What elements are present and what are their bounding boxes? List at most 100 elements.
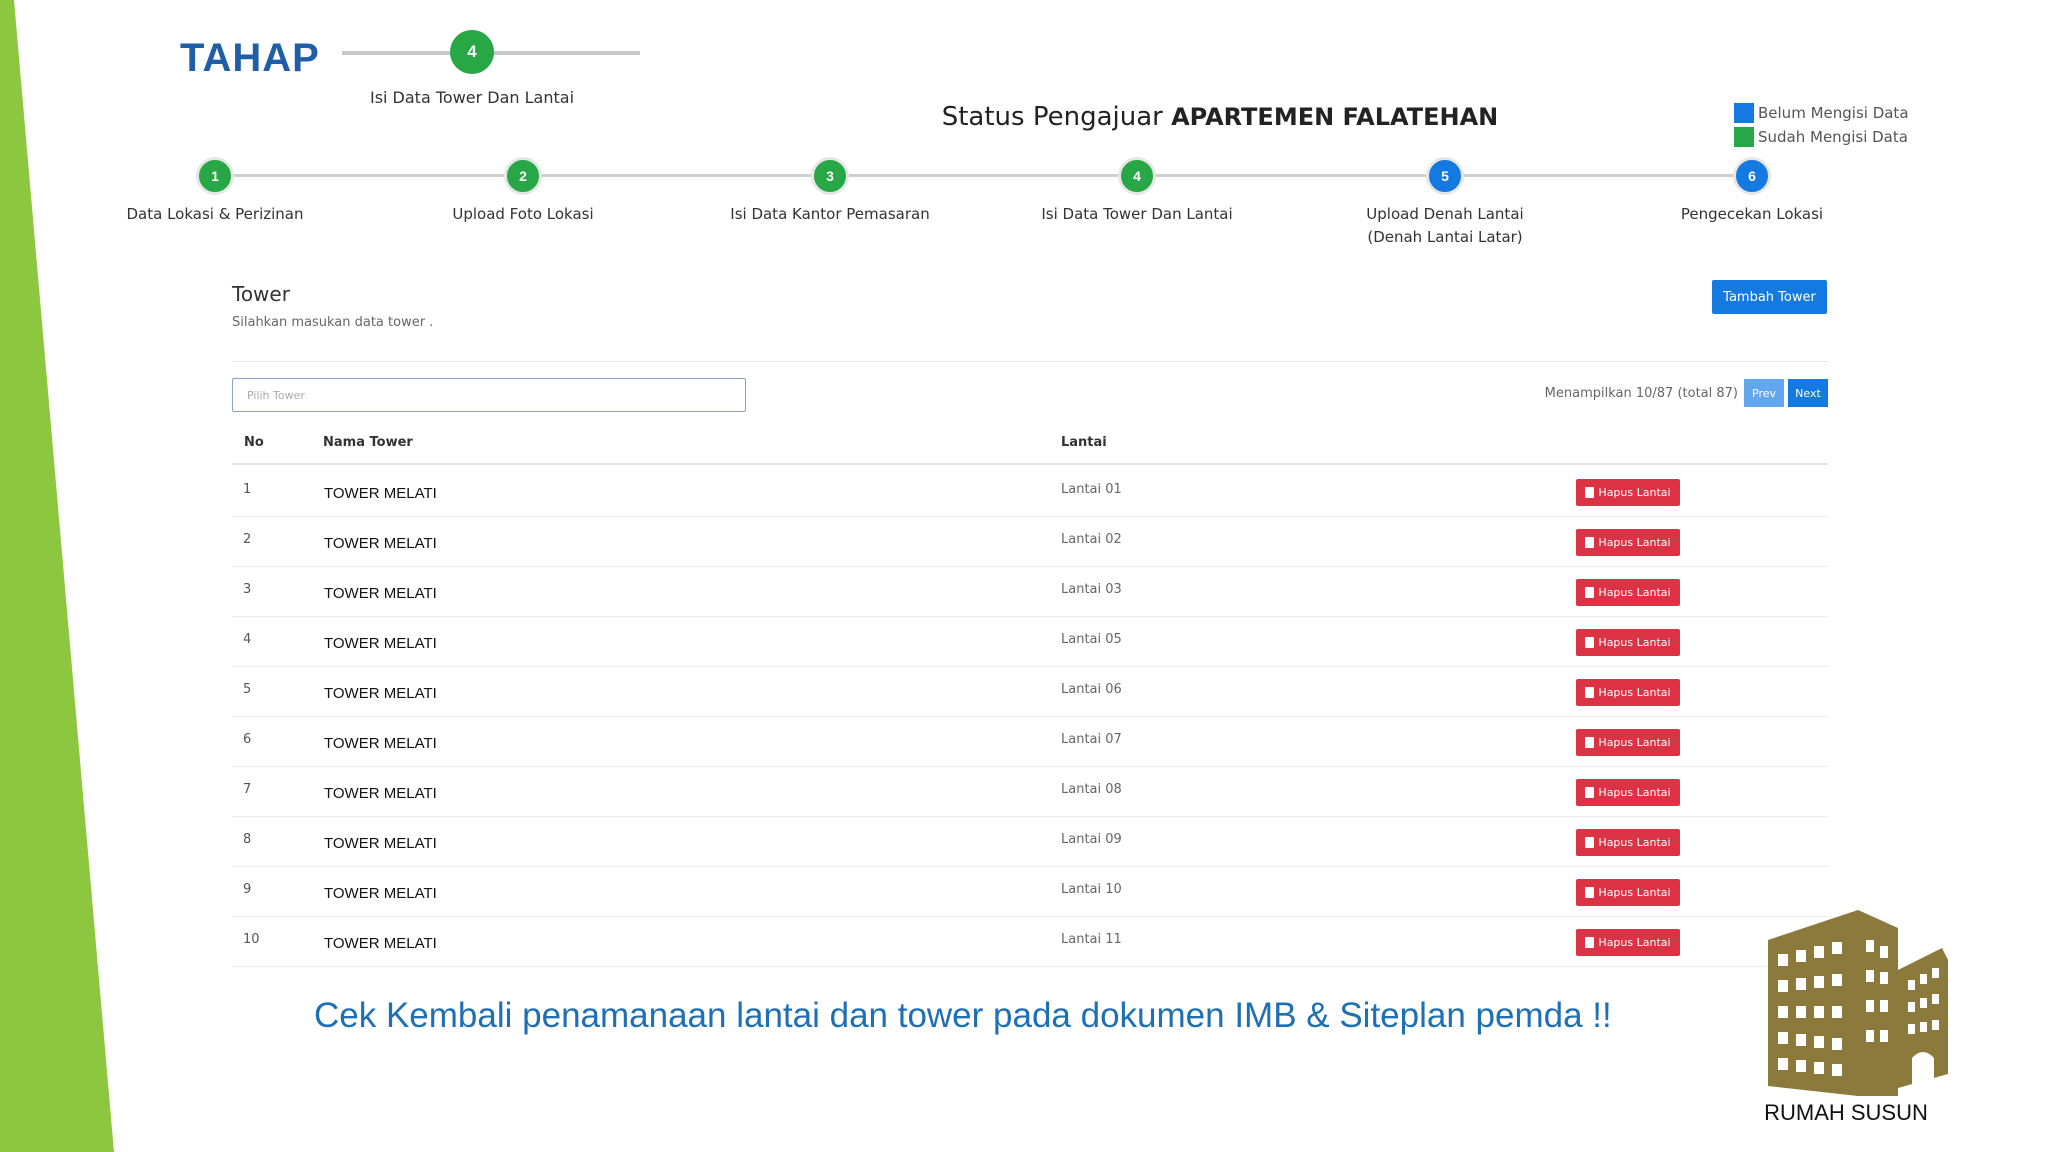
trash-icon [1585,487,1595,498]
step-label: Pengecekan Lokasi [1680,205,1824,223]
step-label: Upload Denah Lantai (Denah Lantai Latar) [1366,205,1524,246]
panel-subtitle: Silahkan masukan data tower . [232,315,434,330]
delete-floor-label: Hapus Lantai [1598,686,1671,699]
legend-swatch-green [1734,127,1754,147]
step-3[interactable]: 3 Isi Data Kantor Pemasaran [710,157,950,226]
row-number: 2 [243,532,252,547]
floor-name: Lantai 05 [1061,632,1122,647]
trash-icon [1585,737,1595,748]
trash-icon [1585,837,1595,848]
tower-name: TOWER MELATI [324,735,437,752]
step-1[interactable]: 1 Data Lokasi & Perizinan [95,157,335,226]
row-number: 4 [243,632,252,647]
step-6[interactable]: 6 Pengecekan Lokasi [1632,157,1872,226]
table-row: 8 TOWER MELATI Lantai 09 Hapus Lantai [232,817,1828,867]
trash-icon [1585,687,1595,698]
tower-name: TOWER MELATI [324,935,437,952]
delete-floor-button[interactable]: Hapus Lantai [1576,779,1680,806]
apartment-building-icon [1768,910,1948,1096]
row-number: 5 [243,682,252,697]
panel-title: Tower [232,282,290,306]
row-number: 10 [243,932,260,947]
trash-icon [1585,937,1595,948]
status-prefix: Status Pengajuar [941,102,1163,132]
delete-floor-button[interactable]: Hapus Lantai [1576,579,1680,606]
logo-caption: RUMAH SUSUN [1764,1100,1928,1125]
delete-floor-button[interactable]: Hapus Lantai [1576,479,1680,506]
tower-name: TOWER MELATI [324,535,437,552]
floor-name: Lantai 08 [1061,782,1122,797]
step-2[interactable]: 2 Upload Foto Lokasi [403,157,643,226]
legend-swatch-blue [1734,103,1754,123]
tower-name: TOWER MELATI [324,585,437,602]
floor-name: Lantai 02 [1061,532,1122,547]
pagination: Menampilkan 10/87 (total 87) Prev Next [1480,378,1828,408]
row-number: 8 [243,832,252,847]
trash-icon [1585,887,1595,898]
delete-floor-label: Hapus Lantai [1598,936,1671,949]
status-heading: Status Pengajuar APARTEMEN FALATEHAN [700,102,1740,132]
table-row: 6 TOWER MELATI Lantai 07 Hapus Lantai [232,717,1828,767]
table-row: 1 TOWER MELATI Lantai 01 Hapus Lantai [232,467,1828,517]
delete-floor-button[interactable]: Hapus Lantai [1576,529,1680,556]
tower-name: TOWER MELATI [324,835,437,852]
floor-name: Lantai 06 [1061,682,1122,697]
prev-page-button[interactable]: Prev [1744,379,1784,407]
next-page-button[interactable]: Next [1788,379,1828,407]
delete-floor-label: Hapus Lantai [1598,786,1671,799]
table-row: 9 TOWER MELATI Lantai 10 Hapus Lantai [232,867,1828,917]
floor-name: Lantai 09 [1061,832,1122,847]
panel-divider [232,361,1828,362]
tower-name: TOWER MELATI [324,885,437,902]
trash-icon [1585,637,1595,648]
pagination-info: Menampilkan 10/87 (total 87) [1544,385,1738,401]
delete-floor-label: Hapus Lantai [1598,586,1671,599]
delete-floor-button[interactable]: Hapus Lantai [1576,879,1680,906]
tower-filter-input[interactable] [232,378,746,412]
row-number: 9 [243,882,252,897]
floor-name: Lantai 01 [1061,482,1122,497]
delete-floor-button[interactable]: Hapus Lantai [1576,679,1680,706]
project-name: APARTEMEN FALATEHAN [1171,103,1499,131]
legend-item-pending: Belum Mengisi Data [1734,101,1909,125]
review-notice: Cek Kembali penamanaan lantai dan tower … [314,996,1612,1035]
tower-name: TOWER MELATI [324,635,437,652]
step-number-badge: 3 [811,157,849,195]
floor-name: Lantai 11 [1061,932,1122,947]
stage-label: Isi Data Tower Dan Lantai [369,88,575,107]
status-legend: Belum Mengisi Data Sudah Mengisi Data [1734,101,1909,149]
add-tower-button[interactable]: Tambah Tower [1712,280,1827,314]
delete-floor-button[interactable]: Hapus Lantai [1576,929,1680,956]
table-row: 3 TOWER MELATI Lantai 03 Hapus Lantai [232,567,1828,617]
delete-floor-button[interactable]: Hapus Lantai [1576,829,1680,856]
column-header-name: Nama Tower [323,435,413,450]
delete-floor-label: Hapus Lantai [1598,736,1671,749]
step-label: Data Lokasi & Perizinan [126,205,304,223]
trash-icon [1585,787,1595,798]
row-number: 3 [243,582,252,597]
step-number-badge: 5 [1426,157,1464,195]
step-5[interactable]: 5 Upload Denah Lantai (Denah Lantai Lata… [1325,157,1565,249]
step-number-badge: 4 [1118,157,1156,195]
step-4[interactable]: 4 Isi Data Tower Dan Lantai [1017,157,1257,226]
delete-floor-button[interactable]: Hapus Lantai [1576,629,1680,656]
row-number: 1 [243,482,252,497]
step-label: Isi Data Tower Dan Lantai [1041,205,1233,223]
trash-icon [1585,587,1595,598]
delete-floor-label: Hapus Lantai [1598,536,1671,549]
legend-item-done: Sudah Mengisi Data [1734,125,1909,149]
table-row: 2 TOWER MELATI Lantai 02 Hapus Lantai [232,517,1828,567]
column-header-floor: Lantai [1061,435,1107,450]
stage-title: TAHAP [180,36,320,80]
step-number-badge: 1 [196,157,234,195]
floor-name: Lantai 07 [1061,732,1122,747]
delete-floor-button[interactable]: Hapus Lantai [1576,729,1680,756]
table-row: 4 TOWER MELATI Lantai 05 Hapus Lantai [232,617,1828,667]
tower-name: TOWER MELATI [324,685,437,702]
delete-floor-label: Hapus Lantai [1598,486,1671,499]
step-number-badge: 6 [1733,157,1771,195]
table-row: 10 TOWER MELATI Lantai 11 Hapus Lantai [232,917,1828,967]
tower-name: TOWER MELATI [324,485,437,502]
step-label: Upload Foto Lokasi [452,205,594,223]
table-header: No Nama Tower Lantai [232,423,1828,465]
